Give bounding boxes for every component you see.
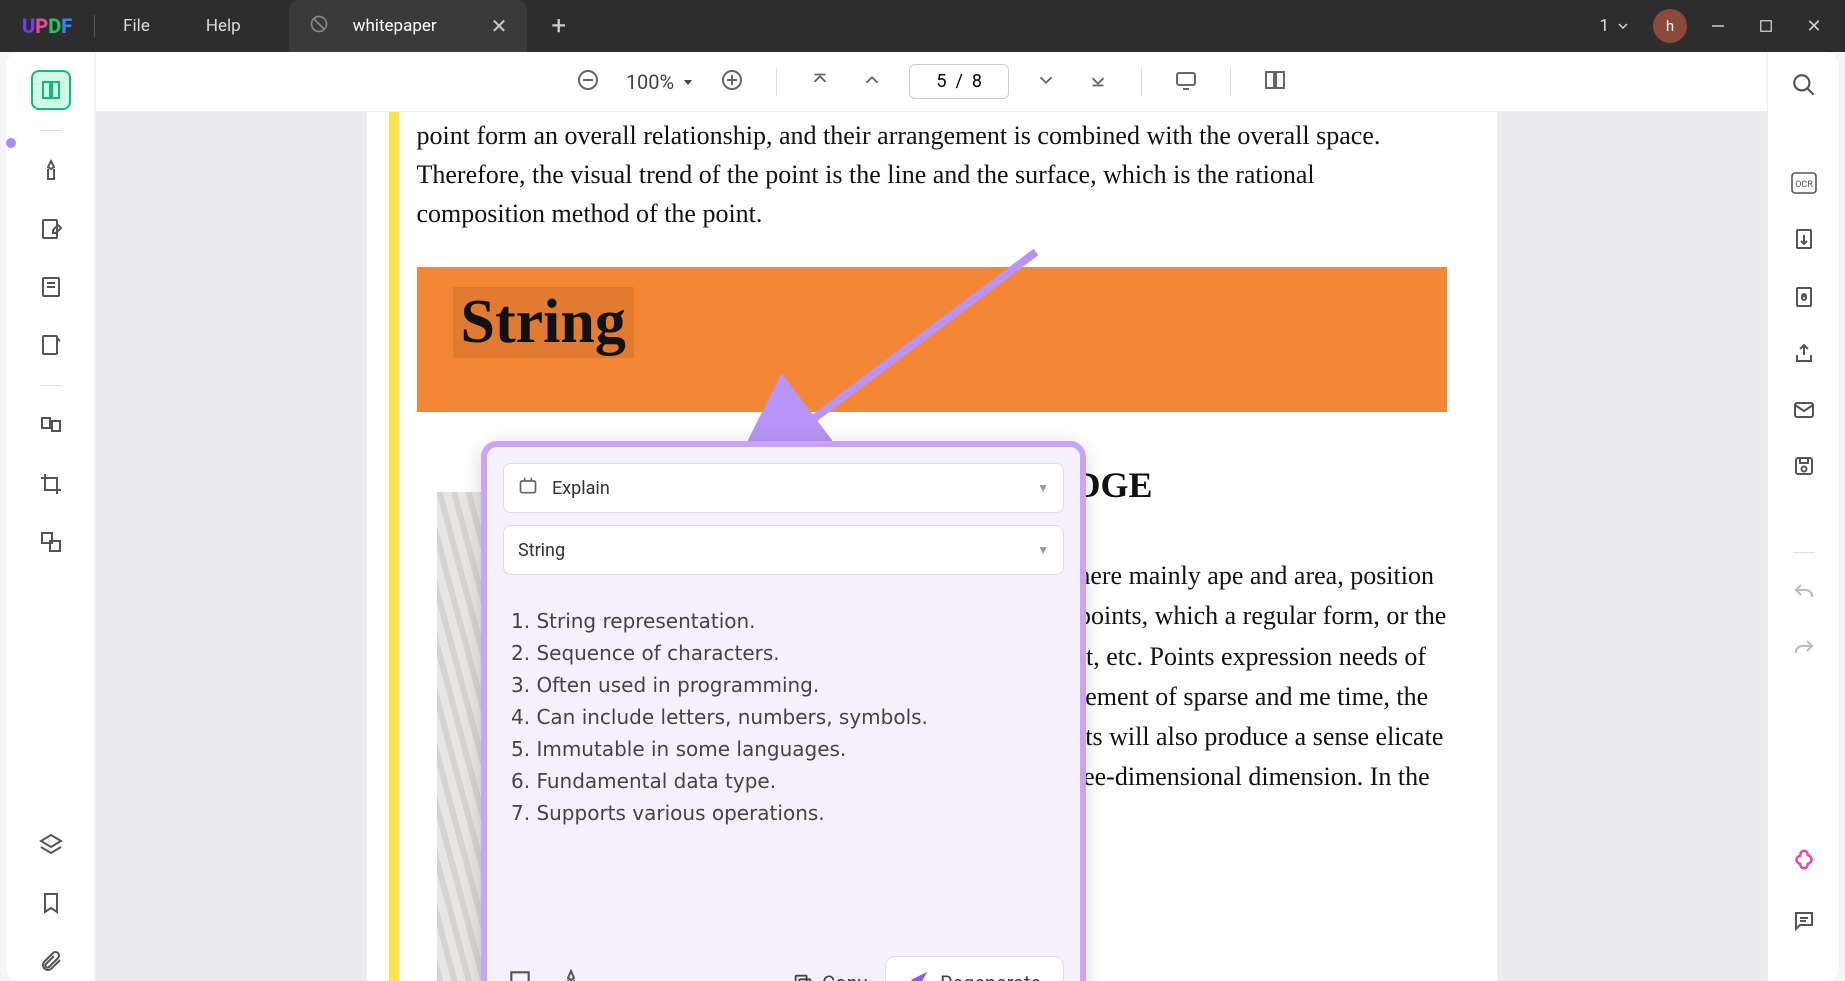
separator [40, 385, 62, 386]
ai-button[interactable] [1789, 847, 1819, 881]
send-icon [908, 969, 930, 981]
center-panel: 100% point form an overall relationship,… [96, 52, 1767, 981]
separator [1230, 68, 1231, 96]
copy-icon [792, 972, 814, 981]
app-logo: UPDF [0, 14, 94, 38]
copy-button[interactable]: Copy [792, 971, 867, 981]
attachment-button[interactable] [31, 941, 71, 981]
layers-button[interactable] [31, 825, 71, 865]
regenerate-button[interactable]: Regenerate [885, 956, 1064, 981]
page-number-input[interactable] [909, 64, 1009, 99]
explain-icon [518, 476, 538, 501]
main-area: 100% point form an overall relationship,… [6, 52, 1839, 981]
titlebar: UPDF File Help whitepaper ✕ + 1 h ✕ [0, 0, 1845, 52]
right-sidebar: OCR [1767, 52, 1839, 981]
save-button[interactable] [1792, 454, 1816, 482]
organize-pages-button[interactable] [31, 406, 71, 446]
list-item: 6. Fundamental data type. [511, 765, 1056, 797]
ai-response-body: 1. String representation. 2. Sequence of… [503, 587, 1064, 948]
crop-tool-button[interactable] [31, 464, 71, 504]
separator [1793, 552, 1815, 553]
close-window-button[interactable]: ✕ [1797, 9, 1831, 43]
tab-title: whitepaper [343, 16, 477, 36]
user-avatar[interactable]: h [1653, 9, 1687, 43]
first-page-button[interactable] [805, 65, 835, 99]
ai-term-label: String [518, 540, 565, 561]
highlight-bar [389, 112, 399, 981]
list-item: 5. Immutable in some languages. [511, 733, 1056, 765]
prev-page-button[interactable] [857, 65, 887, 99]
convert-button[interactable] [1792, 226, 1816, 256]
edit-tool-button[interactable] [31, 209, 71, 249]
redo-button[interactable] [1792, 637, 1816, 665]
file-menu[interactable]: File [95, 16, 178, 36]
selected-heading[interactable]: String [453, 287, 634, 358]
page-view-button[interactable] [1259, 64, 1291, 100]
comments-panel-button[interactable] [1792, 909, 1816, 937]
ai-mode-label: Explain [552, 478, 610, 499]
last-page-button[interactable] [1083, 65, 1113, 99]
email-button[interactable] [1792, 398, 1816, 426]
highlight-tool-button[interactable] [31, 151, 71, 191]
ai-mode-select[interactable]: Explain ▼ [503, 463, 1064, 513]
separator [776, 68, 777, 96]
top-toolbar: 100% [96, 52, 1767, 112]
page-tool-button[interactable] [31, 267, 71, 307]
ai-assistant-popup: Explain ▼ String ▼ 1. String representat… [481, 441, 1086, 981]
unsaved-icon [309, 14, 329, 38]
document-viewport[interactable]: point form an overall relationship, and … [96, 112, 1767, 981]
separator [1141, 68, 1142, 96]
notification-count[interactable]: 1 [1591, 16, 1639, 36]
help-menu[interactable]: Help [178, 16, 269, 36]
zoom-level[interactable]: 100% [626, 70, 694, 94]
separator [40, 130, 62, 131]
highlight-icon[interactable] [555, 964, 587, 981]
zoom-in-button[interactable] [716, 64, 748, 100]
left-sidebar [6, 52, 96, 981]
svg-text:OCR: OCR [1795, 180, 1813, 190]
body-paragraph: point form an overall relationship, and … [417, 112, 1447, 233]
list-item: 4. Can include letters, numbers, symbols… [511, 701, 1056, 733]
zoom-out-button[interactable] [572, 64, 604, 100]
indicator-dot [6, 138, 16, 148]
ai-response-list: 1. String representation. 2. Sequence of… [511, 605, 1056, 829]
next-page-button[interactable] [1031, 65, 1061, 99]
maximize-button[interactable] [1749, 9, 1783, 43]
chevron-down-icon: ▼ [1037, 481, 1049, 495]
heading-banner: String [417, 267, 1447, 412]
list-item: 7. Supports various operations. [511, 797, 1056, 829]
chevron-down-icon: ▼ [1037, 543, 1049, 557]
share-button[interactable] [1792, 342, 1816, 370]
list-item: 1. String representation. [511, 605, 1056, 637]
bookmark-button[interactable] [31, 883, 71, 923]
list-item: 2. Sequence of characters. [511, 637, 1056, 669]
minimize-button[interactable] [1701, 9, 1735, 43]
protect-button[interactable] [1792, 284, 1816, 314]
new-tab-button[interactable]: + [527, 11, 590, 41]
list-item: 3. Often used in programming. [511, 669, 1056, 701]
form-tool-button[interactable] [31, 325, 71, 365]
close-tab-icon[interactable]: ✕ [491, 14, 508, 38]
comment-icon[interactable] [503, 964, 537, 981]
search-button[interactable] [1791, 72, 1817, 102]
undo-button[interactable] [1792, 581, 1816, 609]
ocr-button[interactable]: OCR [1791, 172, 1817, 198]
presentation-button[interactable] [1170, 64, 1202, 100]
compare-tool-button[interactable] [31, 522, 71, 562]
ai-term-select[interactable]: String ▼ [503, 525, 1064, 575]
reader-mode-button[interactable] [31, 70, 71, 110]
ai-footer: Copy Regenerate [503, 948, 1064, 981]
document-tab[interactable]: whitepaper ✕ [289, 0, 528, 52]
